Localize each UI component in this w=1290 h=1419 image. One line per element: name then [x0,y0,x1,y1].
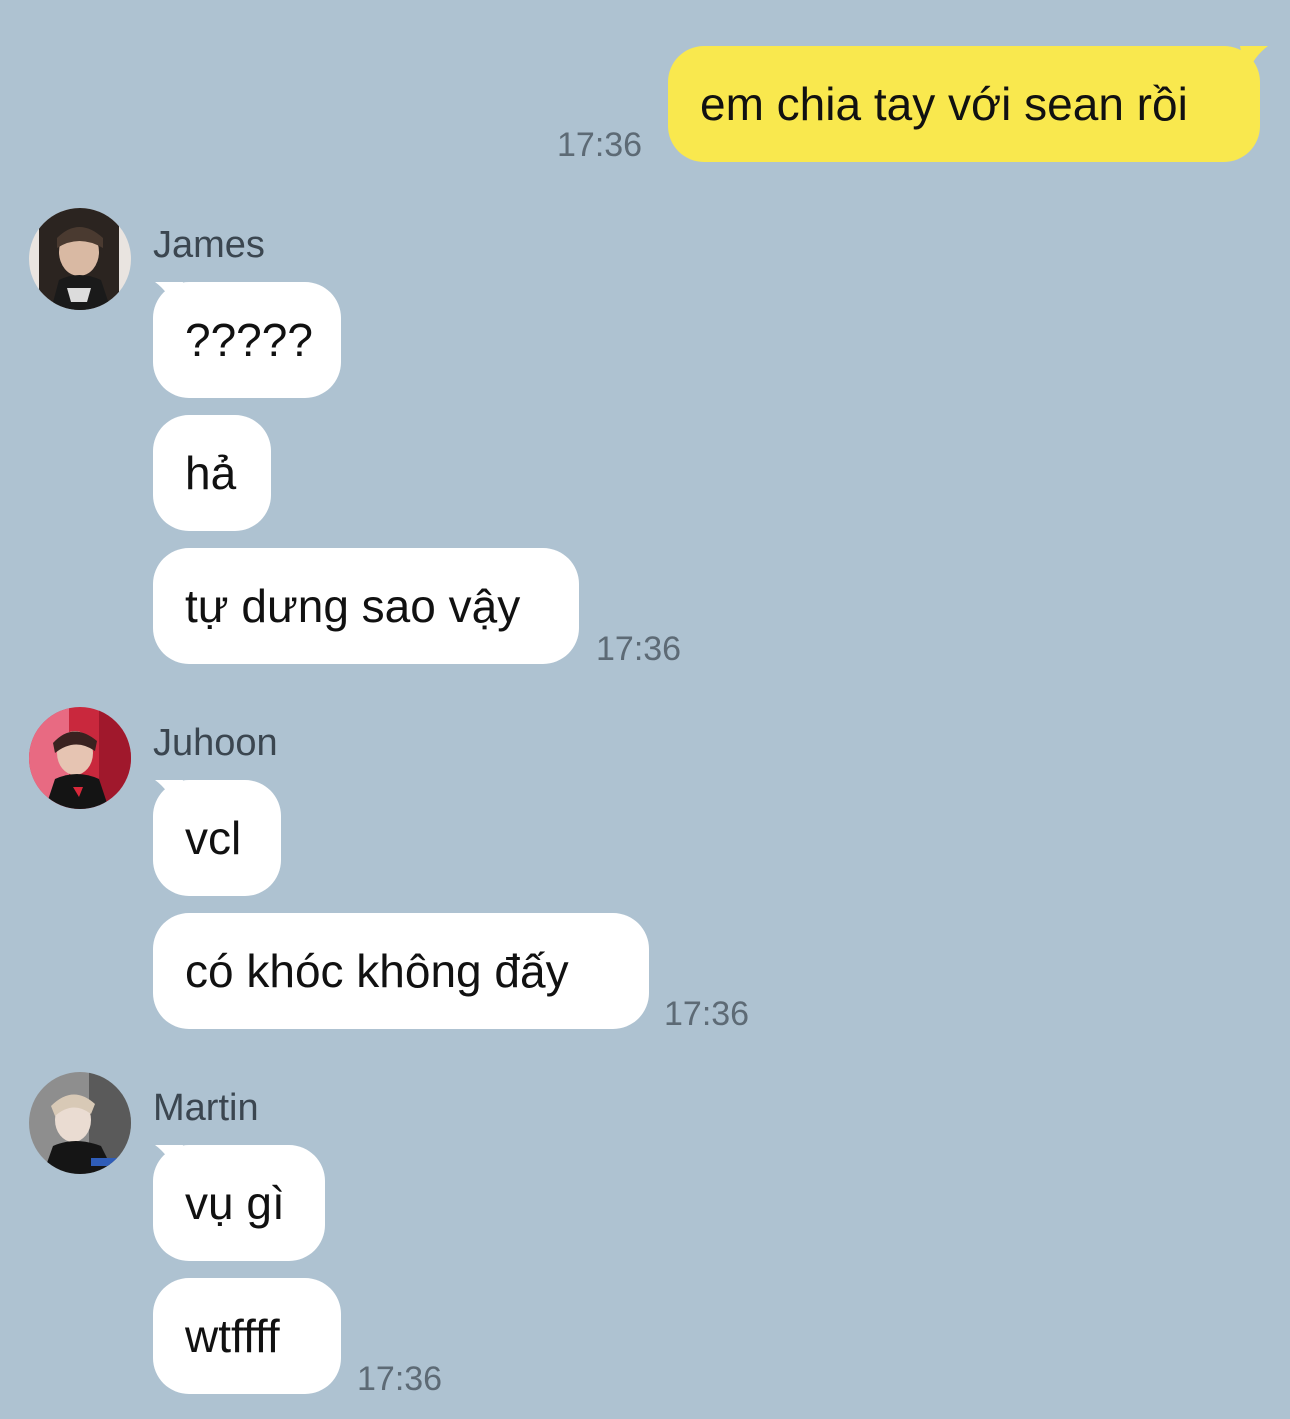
avatar-juhoon[interactable] [29,707,131,809]
avatar-martin[interactable] [29,1072,131,1174]
sender-name: Juhoon [153,722,278,764]
bubble-tail-icon [1240,46,1268,76]
avatar-juhoon-image [29,707,131,809]
message-time: 17:36 [664,995,750,1033]
sender-name: Martin [153,1087,259,1129]
incoming-message-bubble[interactable]: ????? [153,282,341,398]
avatar-martin-image [29,1072,131,1174]
incoming-message-bubble[interactable]: tự dưng sao vậy [153,548,579,664]
incoming-message-bubble[interactable]: wtffff [153,1278,341,1394]
incoming-message-bubble[interactable]: vcl [153,780,281,896]
incoming-message-bubble[interactable]: vụ gì [153,1145,325,1261]
incoming-message-bubble[interactable]: hả [153,415,271,531]
avatar-james[interactable] [29,208,131,310]
message-time: 17:36 [357,1360,443,1398]
sender-name: James [153,224,265,266]
chat-area[interactable]: 17:36 em chia tay với sean rồi James ???… [0,0,1290,1419]
message-time: 17:36 [596,630,682,668]
message-time: 17:36 [557,126,643,164]
incoming-message-bubble[interactable]: có khóc không đấy [153,913,649,1029]
outgoing-message-bubble[interactable]: em chia tay với sean rồi [668,46,1260,162]
avatar-james-image [29,208,131,310]
